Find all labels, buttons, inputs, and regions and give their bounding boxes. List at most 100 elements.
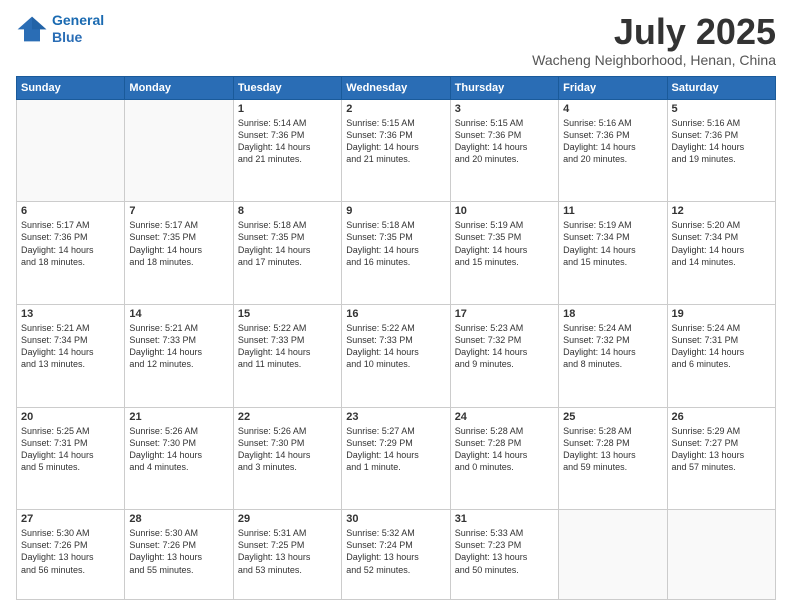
weekday-header: Monday — [125, 76, 233, 99]
day-number: 18 — [563, 308, 662, 320]
calendar-cell: 15Sunrise: 5:22 AM Sunset: 7:33 PM Dayli… — [233, 304, 341, 407]
calendar-cell: 6 Sunrise: 5:17 AM Sunset: 7:36 PM Daylig… — [17, 202, 125, 305]
day-number: 9 — [346, 205, 445, 217]
calendar-cell: 7 Sunrise: 5:17 AM Sunset: 7:35 PM Daylig… — [125, 202, 233, 305]
day-number: 29 — [238, 513, 337, 525]
cell-content: Sunrise: 5:27 AM Sunset: 7:29 PM Dayligh… — [346, 425, 445, 474]
cell-content: Sunrise: 5:16 AM Sunset: 7:36 PM Dayligh… — [563, 117, 662, 166]
cell-content: Sunrise: 5:28 AM Sunset: 7:28 PM Dayligh… — [455, 425, 554, 474]
header: General Blue July 2025 Wacheng Neighborh… — [16, 12, 776, 68]
cell-content: Sunrise: 5:28 AM Sunset: 7:28 PM Dayligh… — [563, 425, 662, 474]
day-number: 16 — [346, 308, 445, 320]
cell-content: Sunrise: 5:17 AM Sunset: 7:36 PM Dayligh… — [21, 219, 120, 268]
cell-content: Sunrise: 5:23 AM Sunset: 7:32 PM Dayligh… — [455, 322, 554, 371]
day-number: 11 — [563, 205, 662, 217]
day-number: 13 — [21, 308, 120, 320]
calendar-header-row: SundayMondayTuesdayWednesdayThursdayFrid… — [17, 76, 776, 99]
day-number: 28 — [129, 513, 228, 525]
cell-content: Sunrise: 5:33 AM Sunset: 7:23 PM Dayligh… — [455, 527, 554, 576]
cell-content: Sunrise: 5:20 AM Sunset: 7:34 PM Dayligh… — [672, 219, 771, 268]
location: Wacheng Neighborhood, Henan, China — [532, 52, 776, 68]
day-number: 4 — [563, 103, 662, 115]
day-number: 30 — [346, 513, 445, 525]
calendar-cell: 22Sunrise: 5:26 AM Sunset: 7:30 PM Dayli… — [233, 407, 341, 510]
day-number: 22 — [238, 411, 337, 423]
calendar-cell — [125, 99, 233, 202]
cell-content: Sunrise: 5:18 AM Sunset: 7:35 PM Dayligh… — [346, 219, 445, 268]
calendar-cell — [667, 510, 775, 600]
calendar-cell: 23 Sunrise: 5:27 AM Sunset: 7:29 PM Dayli… — [342, 407, 450, 510]
day-number: 23 — [346, 411, 445, 423]
cell-content: Sunrise: 5:15 AM Sunset: 7:36 PM Dayligh… — [346, 117, 445, 166]
day-number: 14 — [129, 308, 228, 320]
day-number: 6 — [21, 205, 120, 217]
calendar-cell: 21Sunrise: 5:26 AM Sunset: 7:30 PM Dayli… — [125, 407, 233, 510]
cell-content: Sunrise: 5:18 AM Sunset: 7:35 PM Dayligh… — [238, 219, 337, 268]
calendar-cell: 30 Sunrise: 5:32 AM Sunset: 7:24 PM Dayli… — [342, 510, 450, 600]
day-number: 7 — [129, 205, 228, 217]
cell-content: Sunrise: 5:17 AM Sunset: 7:35 PM Dayligh… — [129, 219, 228, 268]
calendar-cell — [559, 510, 667, 600]
day-number: 3 — [455, 103, 554, 115]
calendar-cell: 3 Sunrise: 5:15 AM Sunset: 7:36 PM Daylig… — [450, 99, 558, 202]
cell-content: Sunrise: 5:15 AM Sunset: 7:36 PM Dayligh… — [455, 117, 554, 166]
calendar-table: SundayMondayTuesdayWednesdayThursdayFrid… — [16, 76, 776, 600]
day-number: 1 — [238, 103, 337, 115]
logo-general: General — [52, 12, 104, 28]
calendar-cell: 17Sunrise: 5:23 AM Sunset: 7:32 PM Dayli… — [450, 304, 558, 407]
calendar-week-row: 13 Sunrise: 5:21 AM Sunset: 7:34 PM Dayli… — [17, 304, 776, 407]
calendar-cell: 31Sunrise: 5:33 AM Sunset: 7:23 PM Dayli… — [450, 510, 558, 600]
weekday-header: Sunday — [17, 76, 125, 99]
cell-content: Sunrise: 5:16 AM Sunset: 7:36 PM Dayligh… — [672, 117, 771, 166]
cell-content: Sunrise: 5:19 AM Sunset: 7:34 PM Dayligh… — [563, 219, 662, 268]
calendar-cell: 13 Sunrise: 5:21 AM Sunset: 7:34 PM Dayli… — [17, 304, 125, 407]
cell-content: Sunrise: 5:14 AM Sunset: 7:36 PM Dayligh… — [238, 117, 337, 166]
logo-text: General Blue — [52, 12, 104, 46]
cell-content: Sunrise: 5:25 AM Sunset: 7:31 PM Dayligh… — [21, 425, 120, 474]
day-number: 12 — [672, 205, 771, 217]
calendar-cell: 18 Sunrise: 5:24 AM Sunset: 7:32 PM Dayli… — [559, 304, 667, 407]
month-title: July 2025 — [532, 12, 776, 52]
cell-content: Sunrise: 5:21 AM Sunset: 7:34 PM Dayligh… — [21, 322, 120, 371]
day-number: 20 — [21, 411, 120, 423]
cell-content: Sunrise: 5:32 AM Sunset: 7:24 PM Dayligh… — [346, 527, 445, 576]
cell-content: Sunrise: 5:30 AM Sunset: 7:26 PM Dayligh… — [21, 527, 120, 576]
weekday-header: Wednesday — [342, 76, 450, 99]
cell-content: Sunrise: 5:31 AM Sunset: 7:25 PM Dayligh… — [238, 527, 337, 576]
calendar-cell: 1 Sunrise: 5:14 AM Sunset: 7:36 PM Daylig… — [233, 99, 341, 202]
calendar-cell: 27Sunrise: 5:30 AM Sunset: 7:26 PM Dayli… — [17, 510, 125, 600]
calendar-cell: 5 Sunrise: 5:16 AM Sunset: 7:36 PM Daylig… — [667, 99, 775, 202]
day-number: 25 — [563, 411, 662, 423]
cell-content: Sunrise: 5:22 AM Sunset: 7:33 PM Dayligh… — [346, 322, 445, 371]
page: General Blue July 2025 Wacheng Neighborh… — [0, 0, 792, 612]
calendar-cell: 10 Sunrise: 5:19 AM Sunset: 7:35 PM Dayli… — [450, 202, 558, 305]
calendar-cell: 26Sunrise: 5:29 AM Sunset: 7:27 PM Dayli… — [667, 407, 775, 510]
weekday-header: Thursday — [450, 76, 558, 99]
calendar-cell: 20 Sunrise: 5:25 AM Sunset: 7:31 PM Dayli… — [17, 407, 125, 510]
day-number: 2 — [346, 103, 445, 115]
cell-content: Sunrise: 5:24 AM Sunset: 7:32 PM Dayligh… — [563, 322, 662, 371]
logo-icon — [16, 15, 48, 43]
calendar-cell: 4 Sunrise: 5:16 AM Sunset: 7:36 PM Daylig… — [559, 99, 667, 202]
calendar-cell: 24Sunrise: 5:28 AM Sunset: 7:28 PM Dayli… — [450, 407, 558, 510]
weekday-header: Saturday — [667, 76, 775, 99]
day-number: 5 — [672, 103, 771, 115]
weekday-header: Tuesday — [233, 76, 341, 99]
day-number: 21 — [129, 411, 228, 423]
day-number: 19 — [672, 308, 771, 320]
calendar-cell: 14Sunrise: 5:21 AM Sunset: 7:33 PM Dayli… — [125, 304, 233, 407]
cell-content: Sunrise: 5:22 AM Sunset: 7:33 PM Dayligh… — [238, 322, 337, 371]
title-section: July 2025 Wacheng Neighborhood, Henan, C… — [532, 12, 776, 68]
calendar-cell: 29 Sunrise: 5:31 AM Sunset: 7:25 PM Dayli… — [233, 510, 341, 600]
logo: General Blue — [16, 12, 104, 46]
cell-content: Sunrise: 5:30 AM Sunset: 7:26 PM Dayligh… — [129, 527, 228, 576]
calendar-cell: 11 Sunrise: 5:19 AM Sunset: 7:34 PM Dayli… — [559, 202, 667, 305]
cell-content: Sunrise: 5:24 AM Sunset: 7:31 PM Dayligh… — [672, 322, 771, 371]
calendar-week-row: 6 Sunrise: 5:17 AM Sunset: 7:36 PM Daylig… — [17, 202, 776, 305]
logo-blue: Blue — [52, 29, 82, 45]
day-number: 10 — [455, 205, 554, 217]
calendar-cell: 16 Sunrise: 5:22 AM Sunset: 7:33 PM Dayli… — [342, 304, 450, 407]
cell-content: Sunrise: 5:19 AM Sunset: 7:35 PM Dayligh… — [455, 219, 554, 268]
day-number: 26 — [672, 411, 771, 423]
day-number: 8 — [238, 205, 337, 217]
